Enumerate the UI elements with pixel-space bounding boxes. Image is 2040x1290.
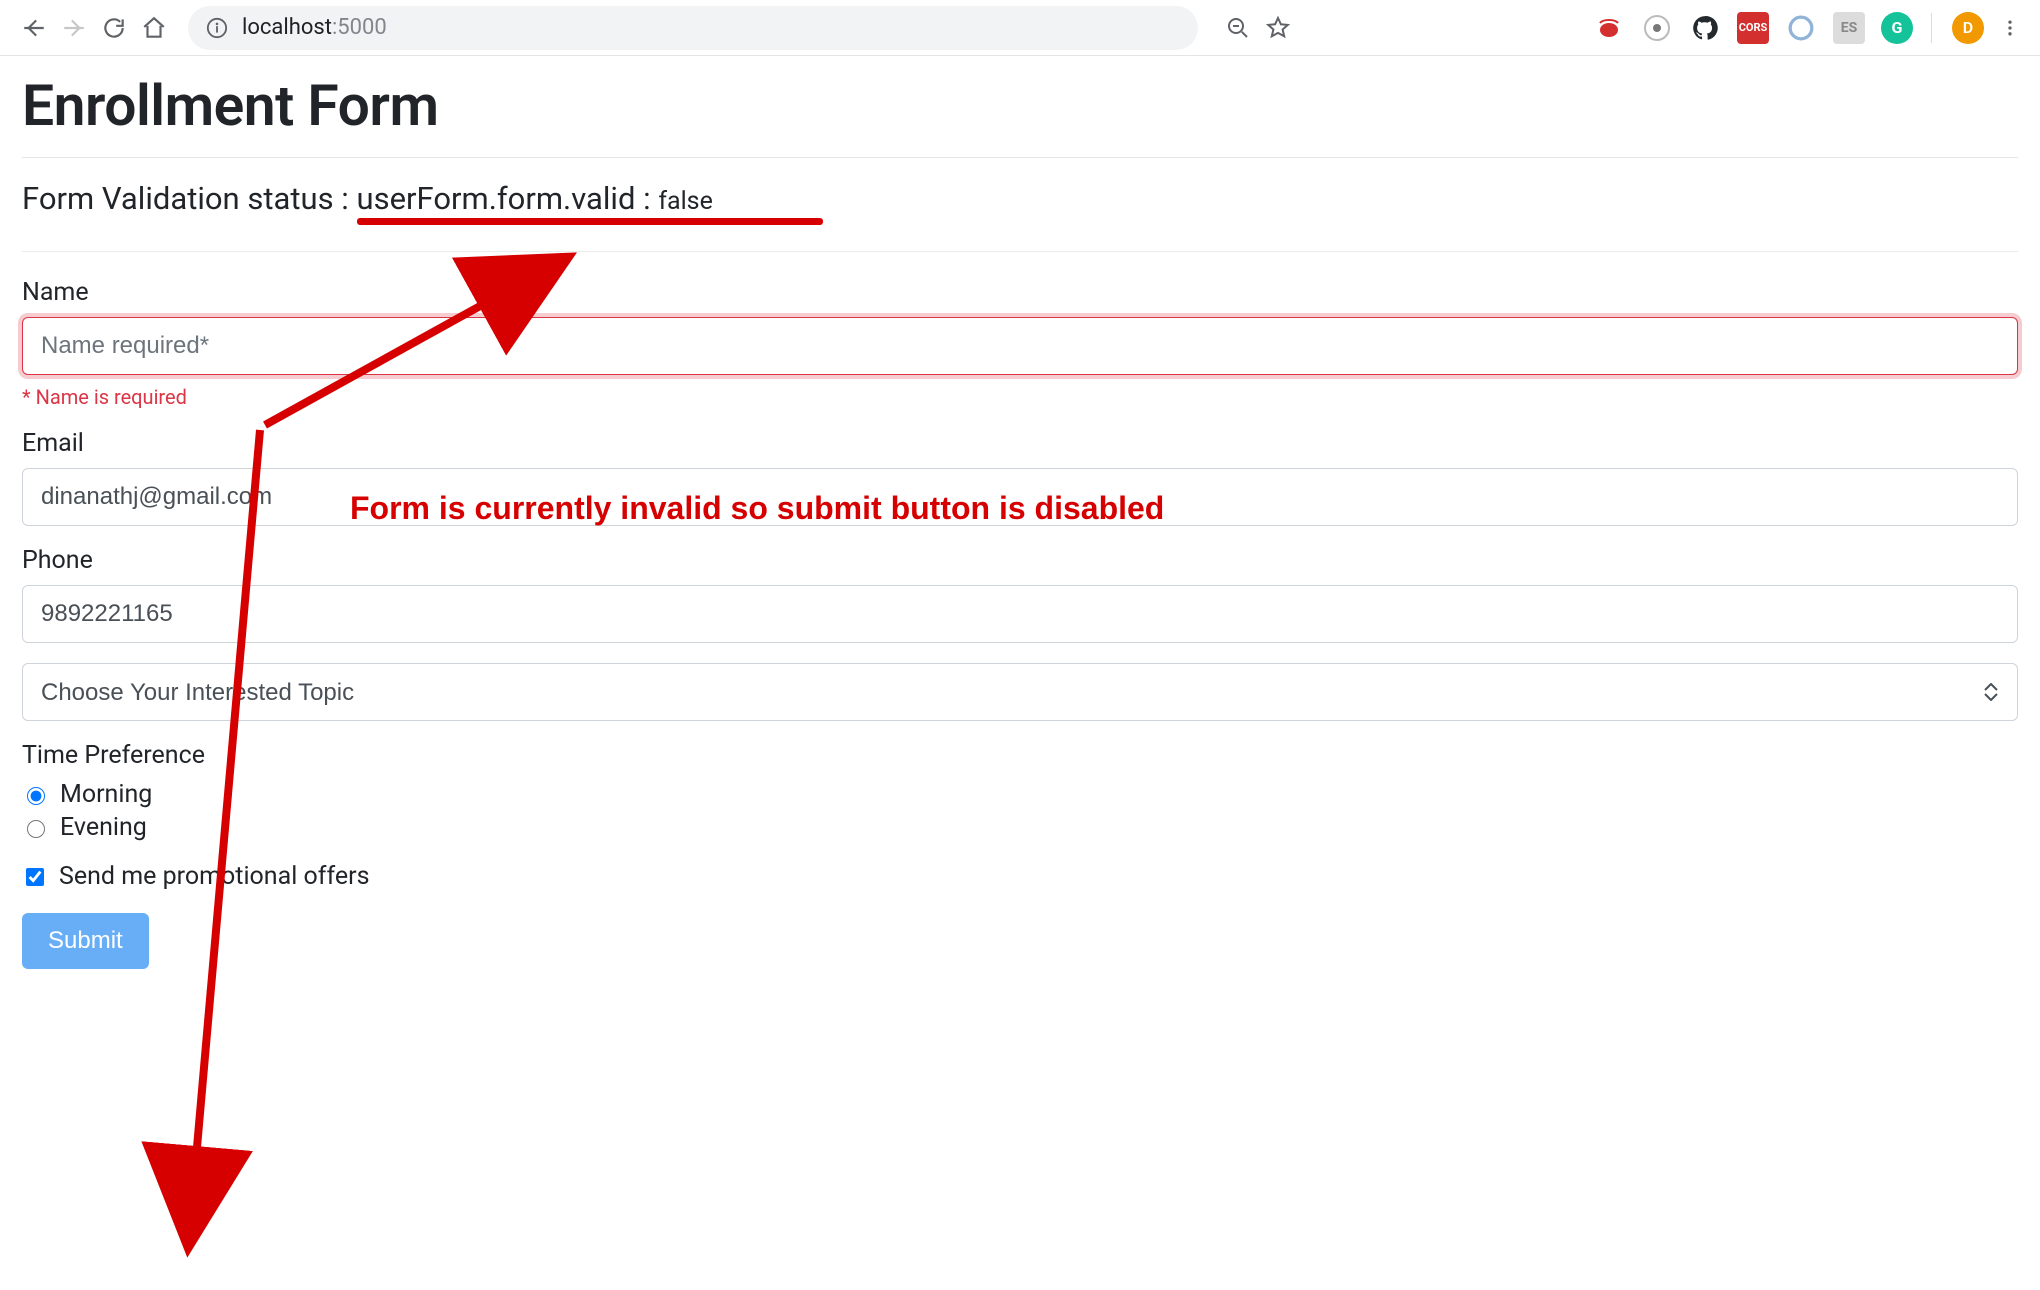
profile-avatar[interactable]: D [1952,12,1984,44]
timepref-label: Time Preference [22,741,2018,770]
extension-grammarly-icon[interactable]: G [1881,12,1913,44]
validation-status-expr: userForm.form.valid : [357,180,659,217]
validation-status: Form Validation status : userForm.form.v… [22,180,2018,217]
promo-checkbox[interactable] [26,868,44,886]
star-icon [1266,16,1290,40]
name-input[interactable] [22,317,2018,375]
url-host: localhost [242,15,332,40]
reload-button[interactable] [94,8,134,48]
toolbar-separator [1931,13,1932,43]
arrow-left-icon [21,15,47,41]
promo-row: Send me promotional offers [22,862,2018,891]
select-caret-icon [1984,683,1998,701]
forward-button[interactable] [54,8,94,48]
radio-morning-label: Morning [60,780,152,809]
form-group-name: Name * Name is required [22,278,2018,409]
extension-cors-icon[interactable]: CORS [1737,12,1769,44]
extension-firebug-icon[interactable] [1593,12,1625,44]
radio-evening[interactable] [27,820,45,838]
extension-opera-icon[interactable] [1785,12,1817,44]
annotation-note: Form is currently invalid so submit butt… [350,490,1164,527]
phone-label: Phone [22,546,2018,575]
extension-es-icon[interactable]: ES [1833,12,1865,44]
browser-chrome: localhost:5000 CORS ES G D [0,0,2040,56]
topic-select[interactable]: Choose Your Interested Topic [22,663,2018,721]
email-label: Email [22,429,2018,458]
avatar-letter: D [1963,18,1973,37]
url-port: :5000 [332,15,387,40]
status-rule [22,251,2018,252]
validation-status-value: false [658,187,713,216]
extension-es-label: ES [1841,20,1858,36]
radio-row-morning: Morning [22,780,2018,809]
form-group-phone: Phone [22,546,2018,643]
extension-cors-label: CORS [1739,21,1768,34]
home-button[interactable] [134,8,174,48]
page-title: Enrollment Form [22,72,2018,139]
magnifier-minus-icon [1226,16,1250,40]
address-bar[interactable]: localhost:5000 [188,6,1198,50]
name-label: Name [22,278,2018,307]
radio-evening-label: Evening [60,813,147,842]
home-icon [141,15,167,41]
submit-button[interactable]: Submit [22,913,149,969]
browser-menu-button[interactable] [1994,8,2026,48]
radio-row-evening: Evening [22,813,2018,842]
bookmark-button[interactable] [1258,8,1298,48]
back-button[interactable] [14,8,54,48]
radio-morning[interactable] [27,787,45,805]
form-group-timepref: Time Preference Morning Evening [22,741,2018,842]
arrow-right-icon [61,15,87,41]
name-error: * Name is required [22,385,2018,409]
site-info-icon[interactable] [206,17,228,39]
validation-status-prefix: Form Validation status : [22,180,357,217]
extension-grammarly-label: G [1892,18,1903,37]
extension-eye-icon[interactable] [1641,12,1673,44]
reload-icon [101,15,127,41]
form-group-topic: Choose Your Interested Topic [22,663,2018,721]
kebab-icon [2000,18,2020,38]
extension-octotree-icon[interactable] [1689,12,1721,44]
promo-label: Send me promotional offers [59,862,369,891]
title-rule [22,157,2018,158]
phone-input[interactable] [22,585,2018,643]
zoom-button[interactable] [1218,8,1258,48]
